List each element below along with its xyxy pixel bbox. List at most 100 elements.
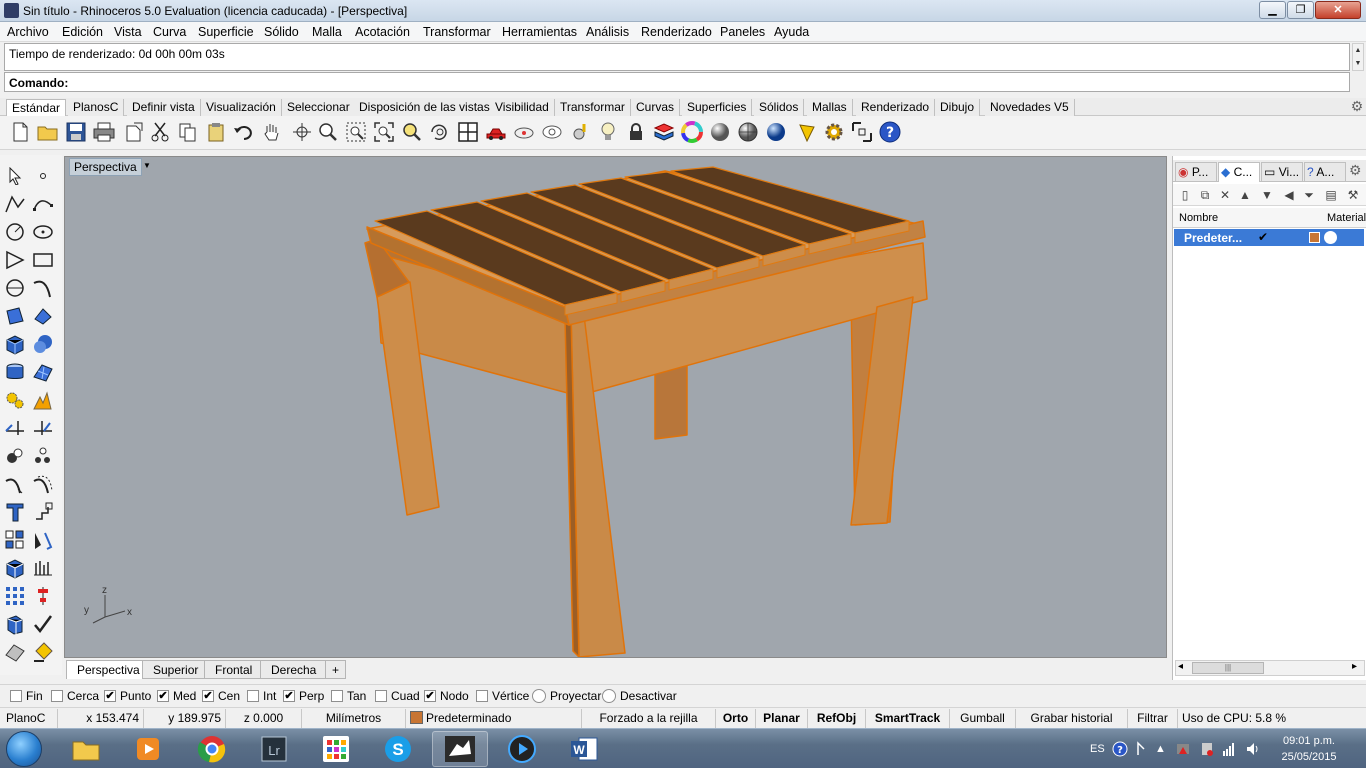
- osnap-cen[interactable]: ✔ Cen: [202, 689, 240, 703]
- surface-edit-icon[interactable]: [30, 303, 56, 329]
- vp-tab-derecha[interactable]: Derecha: [260, 660, 328, 679]
- tab-definir-vista[interactable]: Definir vista: [127, 99, 201, 116]
- osnap-tan-checkbox[interactable]: [331, 690, 343, 702]
- rhino-app-icon[interactable]: [4, 3, 19, 18]
- osnap-proyectar[interactable]: Proyectar: [532, 689, 601, 703]
- import-icon[interactable]: [122, 120, 146, 144]
- help-tray-icon[interactable]: ?: [1112, 729, 1128, 768]
- light-bulb-icon[interactable]: [596, 120, 620, 144]
- menu-edicion[interactable]: Edición: [62, 25, 103, 39]
- status-filter[interactable]: Filtrar: [1128, 709, 1178, 728]
- ungroup-icon[interactable]: [30, 443, 56, 469]
- tab-mallas[interactable]: Mallas: [807, 99, 853, 116]
- device-tray-icon[interactable]: [1199, 729, 1215, 768]
- status-osnap[interactable]: RefObj: [808, 709, 866, 728]
- filter-icon[interactable]: ⏷: [1301, 187, 1317, 203]
- chrome-icon[interactable]: [184, 731, 240, 767]
- layer-icon[interactable]: [652, 120, 676, 144]
- delete-layer-icon[interactable]: ✕: [1217, 187, 1233, 203]
- paint-bucket-icon[interactable]: [30, 639, 56, 665]
- tab-visualizacion[interactable]: Visualización: [201, 99, 282, 116]
- desactivar-toggle[interactable]: [602, 689, 616, 703]
- polygon-icon[interactable]: [2, 247, 28, 273]
- sphere-solid-icon[interactable]: [30, 331, 56, 357]
- osnap-int[interactable]: Int: [247, 689, 276, 703]
- move-down-icon[interactable]: ▼: [1259, 187, 1275, 203]
- mesh-plane-icon[interactable]: [30, 359, 56, 385]
- zoom-window-icon[interactable]: [344, 120, 368, 144]
- filter-pick-icon[interactable]: [796, 120, 820, 144]
- menu-renderizado[interactable]: Renderizado: [641, 25, 712, 39]
- align-icon[interactable]: [30, 583, 56, 609]
- osnap-tan[interactable]: Tan: [331, 689, 366, 703]
- sphere-blue-icon[interactable]: [764, 120, 788, 144]
- check-mark-icon[interactable]: [30, 611, 56, 637]
- menu-ayuda[interactable]: Ayuda: [774, 25, 809, 39]
- tab-planosc[interactable]: PlanosC: [68, 99, 125, 116]
- menu-acotacion[interactable]: Acotación: [355, 25, 410, 39]
- gear-settings-icon[interactable]: [822, 120, 846, 144]
- tab-transformar[interactable]: Transformar: [555, 99, 631, 116]
- status-history[interactable]: Grabar historial: [1016, 709, 1128, 728]
- zoom-dynamic-icon[interactable]: [316, 120, 340, 144]
- panel-tab-layers[interactable]: ◆ C...: [1218, 162, 1260, 182]
- status-ortho[interactable]: Orto: [716, 709, 756, 728]
- circle-icon[interactable]: [2, 219, 28, 245]
- boolean-burst-icon[interactable]: [30, 387, 56, 413]
- osnap-punto-checkbox[interactable]: ✔: [104, 690, 116, 702]
- box-solid-icon[interactable]: [2, 331, 28, 357]
- lightroom-icon[interactable]: Lr: [246, 731, 302, 767]
- menu-paneles[interactable]: Paneles: [720, 25, 765, 39]
- scroll-thumb[interactable]: |||: [1192, 662, 1264, 674]
- undo-icon[interactable]: [232, 120, 256, 144]
- help-icon[interactable]: ?: [878, 120, 902, 144]
- hatch-icon[interactable]: [30, 555, 56, 581]
- tab-novedades-v5[interactable]: Novedades V5: [985, 99, 1075, 116]
- osnap-vertice-checkbox[interactable]: [476, 690, 488, 702]
- menu-solido[interactable]: Sólido: [264, 25, 299, 39]
- offset-curve-icon[interactable]: [30, 471, 56, 497]
- explode-gear-icon[interactable]: [2, 387, 28, 413]
- move-up-icon[interactable]: ▲: [1237, 187, 1253, 203]
- osnap-fin-checkbox[interactable]: [10, 690, 22, 702]
- text-object-icon[interactable]: [2, 499, 28, 525]
- status-layer[interactable]: Predeterminado: [406, 709, 582, 728]
- status-units[interactable]: Milímetros: [302, 709, 406, 728]
- status-cplane[interactable]: PlanoC: [2, 709, 58, 728]
- menu-analisis[interactable]: Análisis: [586, 25, 629, 39]
- osnap-med[interactable]: ✔ Med: [157, 689, 196, 703]
- surface-corner-icon[interactable]: [2, 303, 28, 329]
- cut-icon[interactable]: [148, 120, 172, 144]
- print-icon[interactable]: [92, 120, 116, 144]
- panel-tab-properties[interactable]: ◉ P...: [1175, 162, 1217, 182]
- trim-icon[interactable]: [2, 415, 28, 441]
- vp-tab-perspectiva[interactable]: Perspectiva: [66, 660, 151, 679]
- zoom-extents-icon[interactable]: [372, 120, 396, 144]
- skype-icon[interactable]: S: [370, 731, 426, 767]
- new-layer-icon[interactable]: ▯: [1177, 187, 1193, 203]
- osnap-desactivar[interactable]: Desactivar: [602, 689, 677, 703]
- signal-icon[interactable]: [1222, 729, 1238, 768]
- color-wheel-icon[interactable]: [680, 120, 704, 144]
- osnap-cerca[interactable]: Cerca: [51, 689, 99, 703]
- fillet-curve-icon[interactable]: [2, 471, 28, 497]
- menu-curva[interactable]: Curva: [153, 25, 186, 39]
- car-object-icon[interactable]: [484, 120, 508, 144]
- cube-plane-icon[interactable]: [2, 555, 28, 581]
- osnap-cuad-checkbox[interactable]: [375, 690, 387, 702]
- file-explorer-icon[interactable]: [58, 731, 114, 767]
- perspective-viewport[interactable]: Perspectiva ▼ z y x: [64, 156, 1167, 658]
- vp-tab-frontal[interactable]: Frontal: [204, 660, 264, 679]
- panel-tab-help[interactable]: ? A...: [1304, 162, 1346, 182]
- layer-row-default[interactable]: Predeter... ✔: [1174, 229, 1364, 246]
- new-file-icon[interactable]: [8, 120, 32, 144]
- menu-malla[interactable]: Malla: [312, 25, 342, 39]
- snapshot-icon[interactable]: [512, 120, 536, 144]
- media-center-icon[interactable]: [494, 731, 550, 767]
- osnap-nodo-checkbox[interactable]: ✔: [424, 690, 436, 702]
- lock-icon[interactable]: [624, 120, 648, 144]
- panel-tab-views[interactable]: ▭ Vi...: [1261, 162, 1303, 182]
- osnap-vertice[interactable]: Vértice: [476, 689, 529, 703]
- layer-doc-icon[interactable]: ▤: [1323, 187, 1339, 203]
- maximize-button[interactable]: ❐: [1287, 1, 1314, 19]
